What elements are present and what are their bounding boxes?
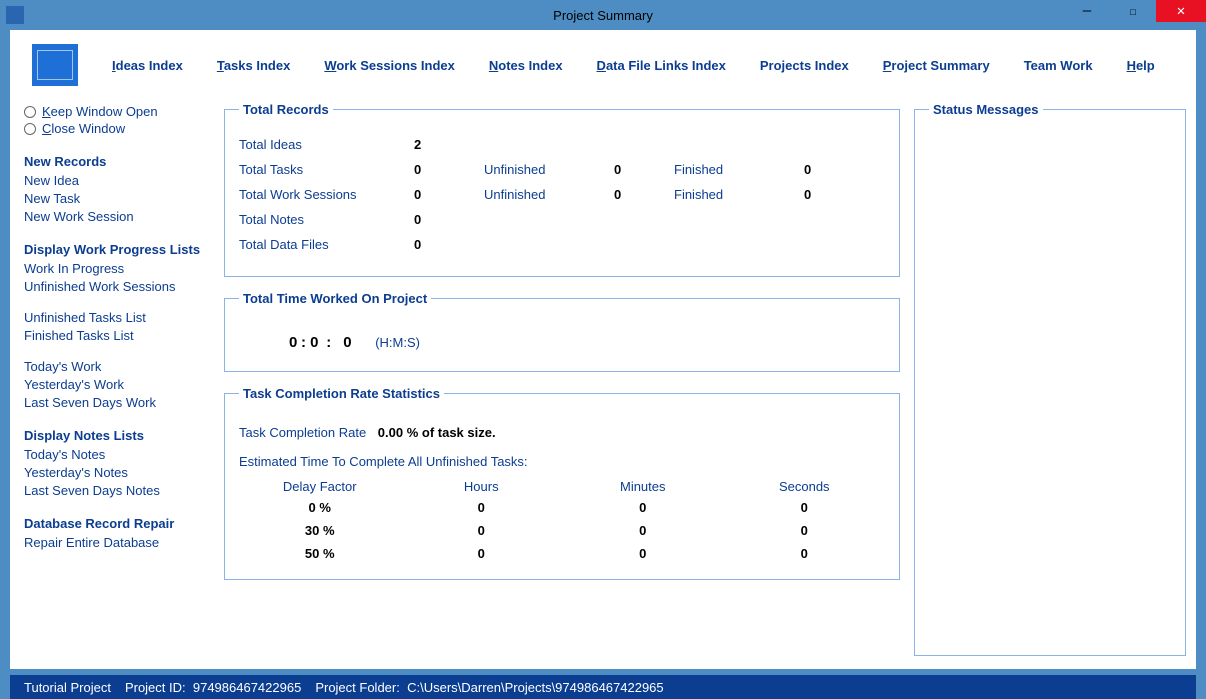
panel-total-records: Total Records Total Ideas 2 Total Tasks … <box>224 102 900 277</box>
label-total-data-files: Total Data Files <box>239 237 414 252</box>
menu-data-file-links-index[interactable]: Data File Links Index <box>597 58 726 73</box>
panel-task-completion: Task Completion Rate Statistics Task Com… <box>224 386 900 580</box>
value-total-work-sessions: 0 <box>414 187 484 202</box>
minimize-button[interactable]: — <box>1064 0 1110 22</box>
label-hms: (H:M:S) <box>375 335 420 350</box>
app-logo <box>32 44 78 86</box>
label-tasks-unfinished: Unfinished <box>484 162 614 177</box>
link-repair-entire-database[interactable]: Repair Entire Database <box>24 535 218 550</box>
panel-title-total-records: Total Records <box>239 102 333 117</box>
heading-display-work-progress: Display Work Progress Lists <box>24 242 218 257</box>
menu-projects-index[interactable]: Projects Index <box>760 58 849 73</box>
link-new-work-session[interactable]: New Work Session <box>24 209 218 224</box>
value-tasks-unfinished: 0 <box>614 162 674 177</box>
est-row: 30 % 0 0 0 <box>239 519 885 542</box>
sidebar: Keep Window Open Close Window New Record… <box>24 102 224 659</box>
est-row: 0 % 0 0 0 <box>239 496 885 519</box>
label-task-completion-rate: Task Completion Rate <box>239 425 366 440</box>
menu-ideas-index[interactable]: Ideas Index <box>112 58 183 73</box>
col-minutes: Minutes <box>562 477 724 496</box>
value-time-h: 0 <box>289 334 297 351</box>
menu-project-summary[interactable]: Project Summary <box>883 58 990 73</box>
statusbar: Tutorial Project Project ID: 97498646742… <box>10 675 1196 699</box>
status-project-id: 974986467422965 <box>193 680 301 695</box>
label-estimated-time: Estimated Time To Complete All Unfinishe… <box>239 454 885 469</box>
link-todays-work[interactable]: Today's Work <box>24 359 218 374</box>
menu-team-work[interactable]: Team Work <box>1024 58 1093 73</box>
radio-close-window[interactable]: Close Window <box>24 121 218 136</box>
value-tasks-finished: 0 <box>804 162 864 177</box>
value-total-notes: 0 <box>414 212 484 227</box>
panel-title-status-messages: Status Messages <box>929 102 1043 117</box>
value-ws-finished: 0 <box>804 187 864 202</box>
link-unfinished-work-sessions[interactable]: Unfinished Work Sessions <box>24 279 218 294</box>
link-todays-notes[interactable]: Today's Notes <box>24 447 218 462</box>
value-time-m: 0 <box>310 334 318 351</box>
panel-total-time: Total Time Worked On Project 0 : 0 : 0 (… <box>224 291 900 372</box>
label-total-tasks: Total Tasks <box>239 162 414 177</box>
est-row: 50 % 0 0 0 <box>239 542 885 565</box>
value-total-data-files: 0 <box>414 237 484 252</box>
heading-display-notes-lists: Display Notes Lists <box>24 428 218 443</box>
link-unfinished-tasks-list[interactable]: Unfinished Tasks List <box>24 310 218 325</box>
heading-database-record-repair: Database Record Repair <box>24 516 218 531</box>
panel-title-task-completion: Task Completion Rate Statistics <box>239 386 444 401</box>
heading-new-records: New Records <box>24 154 218 169</box>
label-total-notes: Total Notes <box>239 212 414 227</box>
radio-icon <box>24 123 36 135</box>
value-total-tasks: 0 <box>414 162 484 177</box>
value-time-s: 0 <box>343 334 351 351</box>
link-last-seven-days-work[interactable]: Last Seven Days Work <box>24 395 218 410</box>
app-icon <box>6 6 24 24</box>
menu-help[interactable]: Help <box>1127 58 1155 73</box>
label-total-ideas: Total Ideas <box>239 137 414 152</box>
col-delay-factor: Delay Factor <box>239 477 401 496</box>
menu-tasks-index[interactable]: Tasks Index <box>217 58 290 73</box>
menu-work-sessions-index[interactable]: Work Sessions Index <box>324 58 455 73</box>
link-yesterdays-work[interactable]: Yesterday's Work <box>24 377 218 392</box>
link-finished-tasks-list[interactable]: Finished Tasks List <box>24 328 218 343</box>
status-project-folder-label: Project Folder: <box>315 680 400 695</box>
col-hours: Hours <box>401 477 563 496</box>
menu-notes-index[interactable]: Notes Index <box>489 58 563 73</box>
link-last-seven-days-notes[interactable]: Last Seven Days Notes <box>24 483 218 498</box>
label-ws-unfinished: Unfinished <box>484 187 614 202</box>
link-yesterdays-notes[interactable]: Yesterday's Notes <box>24 465 218 480</box>
window-title: Project Summary <box>553 8 653 23</box>
link-new-task[interactable]: New Task <box>24 191 218 206</box>
value-total-ideas: 2 <box>414 137 484 152</box>
label-tasks-finished: Finished <box>674 162 804 177</box>
panel-status-messages: Status Messages <box>914 102 1186 656</box>
label-total-work-sessions: Total Work Sessions <box>239 187 414 202</box>
status-project-name: Tutorial Project <box>24 680 111 695</box>
menubar: Ideas Index Tasks Index Work Sessions In… <box>10 30 1196 92</box>
radio-keep-window-open[interactable]: Keep Window Open <box>24 104 218 119</box>
label-ws-finished: Finished <box>674 187 804 202</box>
status-project-id-label: Project ID: <box>125 680 186 695</box>
panel-title-total-time: Total Time Worked On Project <box>239 291 431 306</box>
status-project-folder: C:\Users\Darren\Projects\974986467422965 <box>407 680 664 695</box>
titlebar: Project Summary — ☐ ✕ <box>0 0 1206 30</box>
col-seconds: Seconds <box>724 477 886 496</box>
link-work-in-progress[interactable]: Work In Progress <box>24 261 218 276</box>
radio-icon <box>24 106 36 118</box>
value-task-completion-rate: 0.00 % of task size. <box>378 425 496 440</box>
link-new-idea[interactable]: New Idea <box>24 173 218 188</box>
close-button[interactable]: ✕ <box>1156 0 1206 22</box>
value-ws-unfinished: 0 <box>614 187 674 202</box>
maximize-button[interactable]: ☐ <box>1110 0 1156 22</box>
